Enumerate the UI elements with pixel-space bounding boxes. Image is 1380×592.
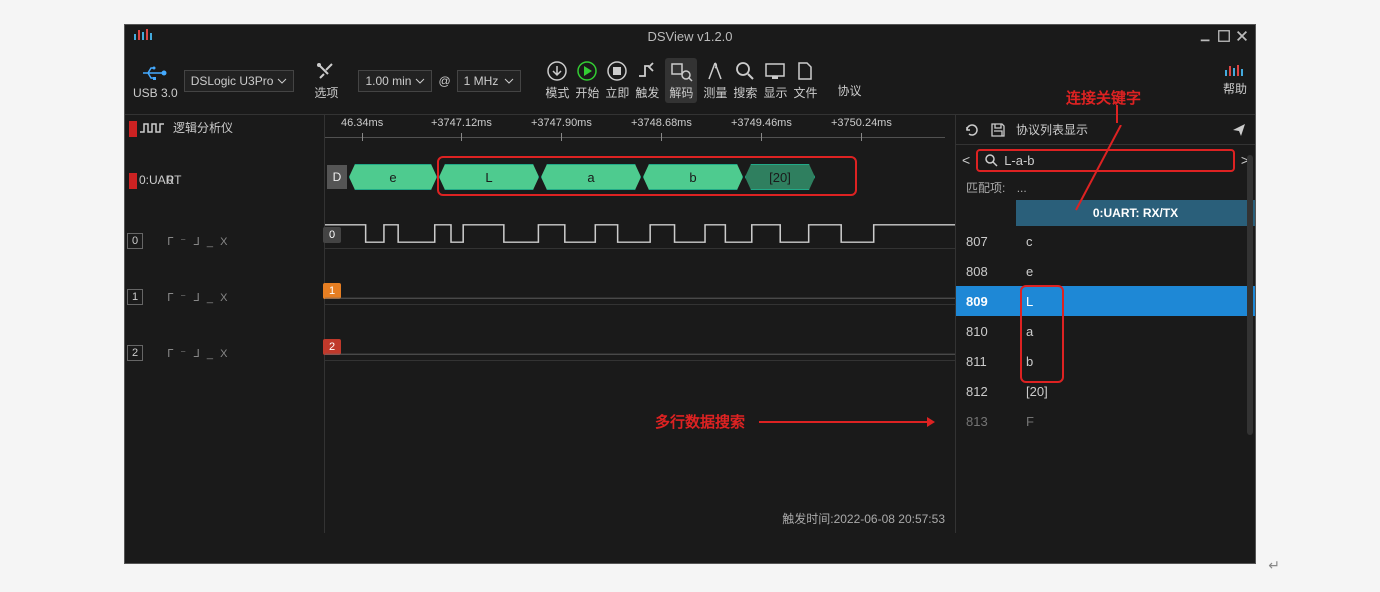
trigger-button[interactable]: 触发 [635, 60, 659, 101]
scrollbar[interactable] [1247, 155, 1253, 435]
instant-button[interactable]: 立即 [605, 60, 629, 101]
waveform-ch1[interactable] [325, 275, 955, 305]
paragraph-mark: ↵ [1268, 557, 1280, 574]
table-row[interactable]: 813F [956, 406, 1255, 436]
save-icon[interactable] [990, 122, 1006, 138]
packet-item[interactable]: a [541, 164, 641, 190]
protocol-label: 协议 [837, 82, 861, 99]
match-label: 匹配项: [966, 181, 1005, 195]
usb-label: USB 3.0 [133, 86, 178, 100]
search-input[interactable] [1004, 153, 1227, 168]
la-label: 逻辑分析仪 [173, 119, 233, 136]
at-label: @ [438, 74, 450, 88]
app-logo [133, 28, 155, 42]
packet-item[interactable]: L [439, 164, 539, 190]
match-value: ... [1017, 181, 1027, 195]
trigger-icon [635, 60, 659, 82]
panel-title: 协议列表显示 [1016, 121, 1088, 138]
maximize-icon[interactable] [1217, 29, 1231, 43]
trigger-pattern-1[interactable]: ᒥ ⁻ ᒧ _ X [167, 291, 229, 304]
waveform-ch2[interactable] [325, 331, 955, 361]
file-button[interactable]: 文件 [793, 60, 817, 101]
measure-button[interactable]: 测量 [703, 60, 727, 101]
timeline-ruler[interactable]: 46.34ms +3747.12ms +3747.90ms +3748.68ms… [325, 115, 955, 145]
table-row[interactable]: 808e [956, 256, 1255, 286]
download-icon [545, 60, 569, 82]
app-title: DSView v1.2.0 [647, 29, 732, 44]
ch0-label[interactable]: 0 [127, 233, 143, 249]
usb-icon [140, 62, 170, 84]
minimize-icon[interactable] [1199, 29, 1213, 43]
waveform-ch0[interactable] [325, 219, 955, 249]
decode-button[interactable]: 解码 [665, 58, 697, 103]
annotation-keyword: 连接关键字 [1066, 87, 1141, 108]
trigger-pattern-0[interactable]: ᒥ ⁻ ᒧ _ X [167, 235, 229, 248]
status-bar: 触发时间:2022-06-08 20:57:53 [782, 510, 945, 527]
compass-icon [703, 60, 727, 82]
search-icon [733, 60, 757, 82]
samplerate-select[interactable]: 1 MHz [457, 70, 522, 92]
device-select[interactable]: DSLogic U3Pro [184, 70, 295, 92]
table-row[interactable]: 812[20] [956, 376, 1255, 406]
mode-button[interactable]: 模式 [545, 60, 569, 101]
table-row[interactable]: 807c [956, 226, 1255, 256]
help-button[interactable]: 帮助 [1223, 64, 1247, 97]
packet-item[interactable]: b [643, 164, 743, 190]
table-row[interactable]: 811b [956, 346, 1255, 376]
decode-icon [669, 60, 693, 82]
play-icon [575, 60, 599, 82]
stop-icon [605, 60, 629, 82]
annotation-multiline: 多行数据搜索 [655, 411, 745, 432]
ch2-label[interactable]: 2 [127, 345, 143, 361]
trigger-pattern-2[interactable]: ᒥ ⁻ ᒧ _ X [167, 347, 229, 360]
display-button[interactable]: 显示 [763, 60, 787, 101]
duration-select[interactable]: 1.00 min [358, 70, 432, 92]
packet-item[interactable]: [20] [745, 164, 815, 190]
prev-icon[interactable]: < [962, 152, 970, 168]
wrench-icon [314, 60, 338, 82]
uart-channel-label[interactable]: 0:UART [139, 173, 181, 187]
ch1-label[interactable]: 1 [127, 289, 143, 305]
send-icon[interactable] [1231, 122, 1247, 138]
table-row[interactable]: 809L [956, 286, 1255, 316]
file-icon [793, 60, 817, 82]
table-row[interactable]: 810a [956, 316, 1255, 346]
monitor-icon [763, 60, 787, 82]
help-icon [1224, 64, 1246, 78]
column-header: 0:UART: RX/TX [1016, 200, 1255, 226]
close-icon[interactable] [1235, 29, 1249, 43]
start-button[interactable]: 开始 [575, 60, 599, 101]
refresh-icon[interactable] [964, 122, 980, 138]
usb-status: USB 3.0 [133, 62, 178, 100]
search-button[interactable]: 搜索 [733, 60, 757, 101]
search-icon [984, 153, 998, 167]
decode-marker: D [327, 165, 347, 189]
packet-item[interactable]: e [349, 164, 437, 190]
options-button[interactable]: 选项 [314, 60, 338, 101]
